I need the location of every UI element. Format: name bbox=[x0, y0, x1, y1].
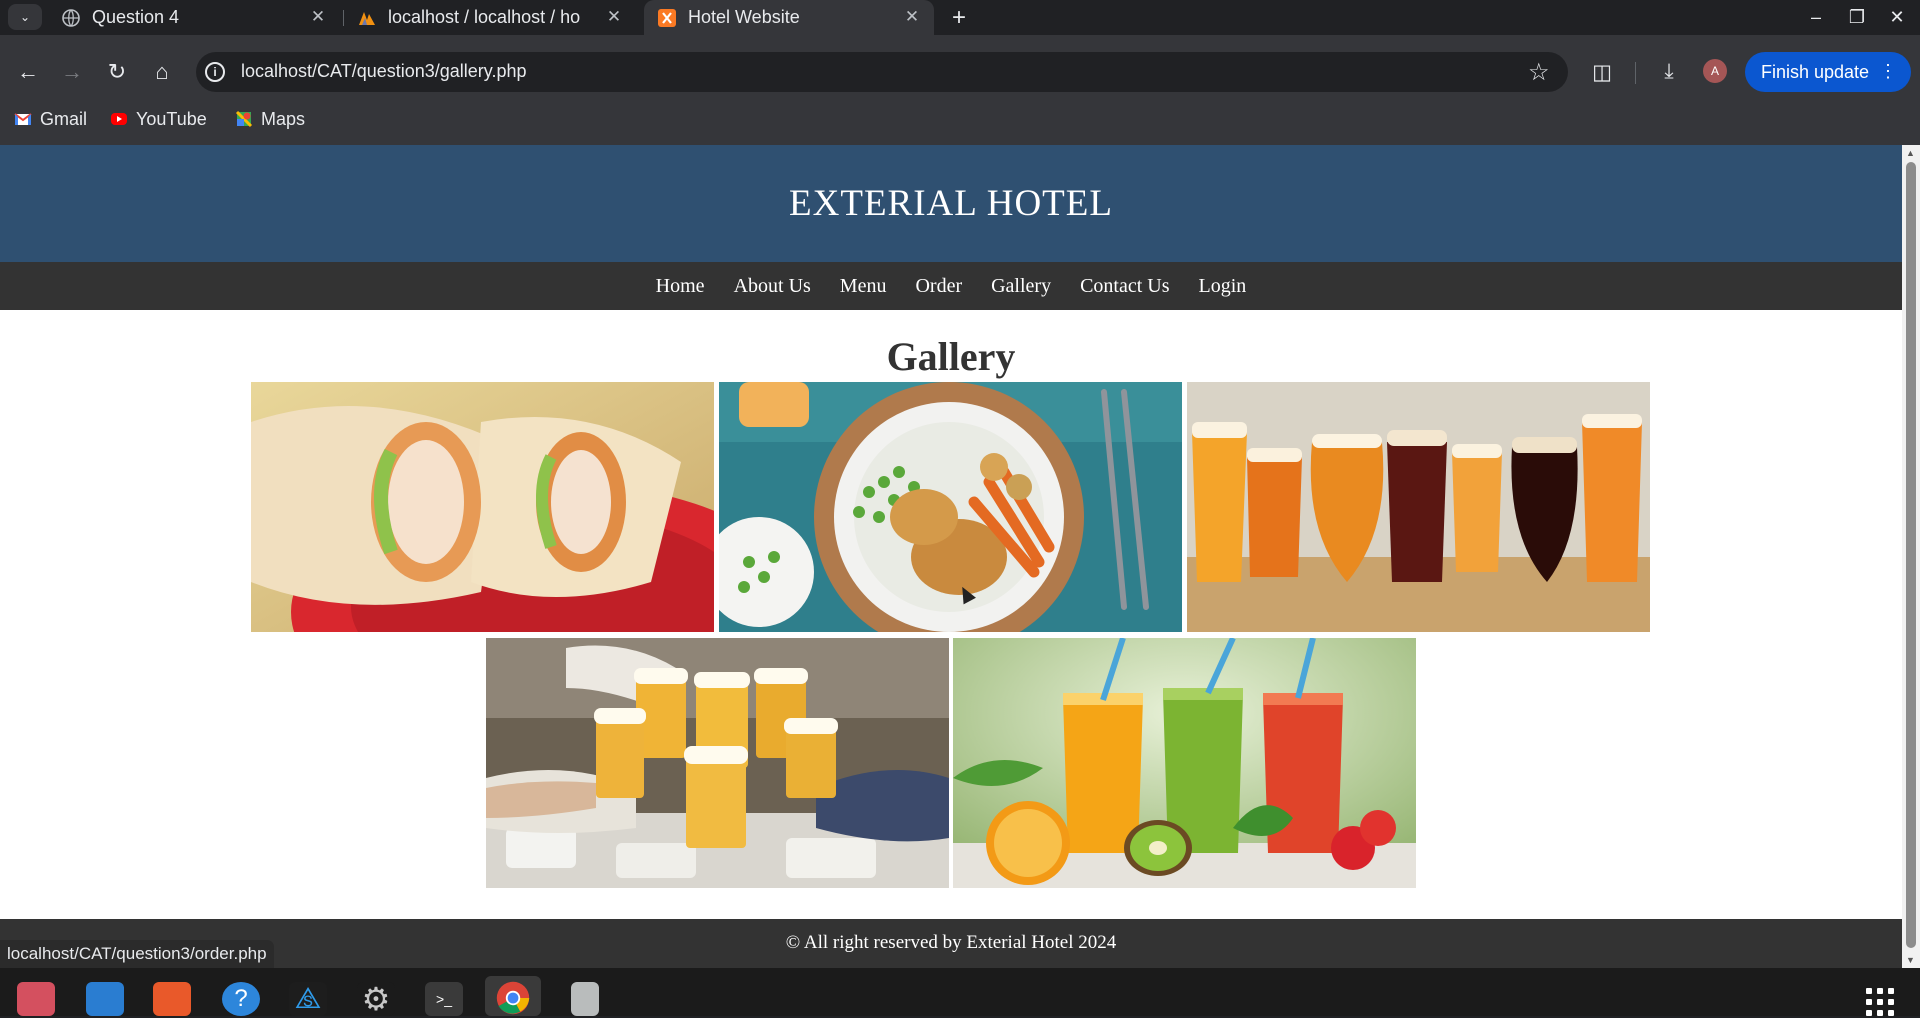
nav-contact-us[interactable]: Contact Us bbox=[1080, 275, 1169, 298]
bookmark-label: Maps bbox=[261, 108, 306, 129]
arrow-left-icon: ← bbox=[17, 59, 39, 84]
vscode-icon: ⧌ bbox=[289, 982, 327, 1016]
tab-hotel-website[interactable]: Hotel Website ✕ bbox=[644, 0, 934, 35]
globe-icon bbox=[62, 8, 80, 27]
phpmyadmin-icon bbox=[359, 11, 375, 25]
nav-menu[interactable]: Menu bbox=[840, 275, 887, 298]
chevron-down-icon: ⌄ bbox=[19, 10, 31, 24]
site-footer: © All right reserved by Exterial Hotel 2… bbox=[0, 919, 1902, 968]
new-tab-button[interactable]: + bbox=[946, 4, 972, 31]
minimize-button[interactable]: – bbox=[1801, 4, 1831, 30]
scroll-down-icon[interactable]: ▼ bbox=[1906, 955, 1916, 965]
terminal-app[interactable]: >_ bbox=[422, 976, 466, 1016]
address-bar-url[interactable]: localhost/CAT/question3/gallery.php bbox=[241, 61, 527, 82]
plus-icon: + bbox=[951, 4, 966, 31]
chicken-wrap-photo bbox=[251, 382, 714, 632]
nav-order[interactable]: Order bbox=[915, 275, 962, 298]
help-icon: ? bbox=[222, 982, 260, 1016]
bookmark-youtube[interactable]: YouTube bbox=[110, 106, 207, 132]
roast-chicken-plate-photo bbox=[719, 382, 1182, 632]
scrollbar-thumb[interactable] bbox=[1906, 162, 1916, 948]
extensions-icon[interactable]: ◫ bbox=[1588, 58, 1616, 86]
back-button[interactable]: ← bbox=[14, 58, 42, 86]
home-icon: ⌂ bbox=[155, 59, 169, 84]
tab-title: Question 4 bbox=[92, 7, 180, 27]
download-icon[interactable]: ⤓ bbox=[1655, 58, 1683, 86]
close-tab-icon[interactable]: ✕ bbox=[604, 7, 624, 27]
trash-app[interactable] bbox=[563, 976, 607, 1016]
craft-beer-glasses-photo bbox=[1187, 382, 1650, 632]
arrow-right-icon: → bbox=[61, 59, 83, 84]
reload-icon: ↻ bbox=[107, 59, 127, 84]
hotel-name: EXTERIAL HOTEL bbox=[789, 183, 1113, 224]
bookmark-label: YouTube bbox=[136, 108, 207, 129]
restore-icon: ❐ bbox=[1848, 6, 1866, 27]
xampp-icon bbox=[658, 8, 676, 27]
close-icon: ✕ bbox=[1889, 6, 1905, 27]
files-icon bbox=[17, 982, 55, 1016]
close-window-button[interactable]: ✕ bbox=[1882, 4, 1912, 30]
nav-gallery[interactable]: Gallery bbox=[991, 275, 1051, 298]
nav-about-us[interactable]: About Us bbox=[734, 275, 811, 298]
app-center-app[interactable] bbox=[150, 976, 194, 1016]
page-scrollbar[interactable]: ▲ ▼ bbox=[1902, 145, 1920, 968]
page-title: Gallery bbox=[886, 334, 1016, 379]
bookmark-star-icon[interactable]: ☆ bbox=[1528, 58, 1550, 87]
site-navigation: Home About Us Menu Order Gallery Contact… bbox=[0, 262, 1902, 310]
help-app[interactable]: ? bbox=[219, 976, 263, 1016]
tab-search-button[interactable]: ⌄ bbox=[8, 4, 42, 30]
web-page: EXTERIAL HOTEL Home About Us Menu Order … bbox=[0, 145, 1902, 968]
writer-icon bbox=[86, 982, 124, 1016]
show-apps-icon[interactable] bbox=[1866, 988, 1900, 1016]
beer-toast-photo bbox=[486, 638, 949, 888]
chrome-icon bbox=[496, 981, 530, 1015]
more-menu-icon: ⋮ bbox=[1879, 61, 1897, 81]
files-app[interactable] bbox=[14, 976, 58, 1016]
close-tab-icon[interactable]: ✕ bbox=[902, 7, 922, 27]
nav-home[interactable]: Home bbox=[656, 275, 705, 298]
maps-icon bbox=[235, 110, 253, 128]
settings-icon: ⚙ bbox=[357, 981, 395, 1017]
reload-button[interactable]: ↻ bbox=[103, 58, 131, 86]
close-tab-icon[interactable]: ✕ bbox=[308, 7, 328, 27]
site-info-icon[interactable]: i bbox=[205, 62, 225, 82]
bookmark-gmail[interactable]: Gmail bbox=[14, 106, 87, 132]
tab-divider bbox=[343, 10, 344, 26]
site-header: EXTERIAL HOTEL bbox=[0, 145, 1902, 262]
fruit-juice-glasses-photo bbox=[953, 638, 1416, 888]
profile-avatar[interactable]: A bbox=[1703, 59, 1727, 83]
finish-update-button[interactable]: Finish update ⋮ bbox=[1745, 52, 1911, 92]
tab-title: Hotel Website bbox=[688, 7, 800, 27]
home-button[interactable]: ⌂ bbox=[148, 58, 176, 86]
minimize-icon: – bbox=[1810, 6, 1821, 27]
forward-button[interactable]: → bbox=[58, 58, 86, 86]
nav-login[interactable]: Login bbox=[1199, 275, 1247, 298]
link-status-bar: localhost/CAT/question3/order.php bbox=[0, 940, 274, 968]
trash-icon bbox=[571, 982, 599, 1016]
bookmark-maps[interactable]: Maps bbox=[235, 106, 305, 132]
chrome-app[interactable] bbox=[485, 976, 541, 1016]
scroll-up-icon[interactable]: ▲ bbox=[1906, 148, 1916, 158]
tab-title: localhost / localhost / ho bbox=[388, 7, 581, 27]
finish-update-label: Finish update bbox=[1761, 61, 1870, 82]
tab-strip: ⌄ Question 4 ✕ localhost / localhost / h… bbox=[0, 0, 1920, 35]
restore-button[interactable]: ❐ bbox=[1842, 4, 1872, 30]
terminal-icon: >_ bbox=[425, 982, 463, 1016]
bookmark-label: Gmail bbox=[40, 108, 88, 129]
footer-text: © All right reserved by Exterial Hotel 2… bbox=[785, 932, 1117, 953]
tab-phpmyadmin[interactable]: localhost / localhost / ho ✕ bbox=[346, 0, 636, 35]
writer-app[interactable] bbox=[83, 976, 127, 1016]
gmail-icon bbox=[14, 113, 32, 125]
tab-question-4[interactable]: Question 4 ✕ bbox=[50, 0, 340, 35]
toolbar-divider bbox=[1635, 62, 1636, 84]
vscode-app[interactable]: ⧌ bbox=[286, 976, 330, 1016]
settings-app[interactable]: ⚙ bbox=[354, 976, 398, 1017]
app-center-icon bbox=[153, 982, 191, 1016]
youtube-icon bbox=[111, 113, 127, 125]
